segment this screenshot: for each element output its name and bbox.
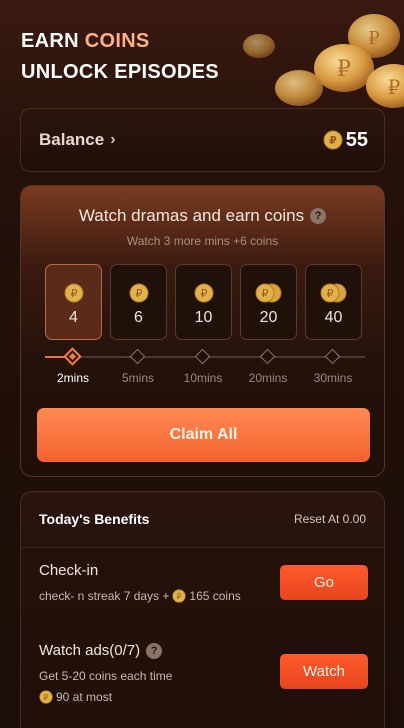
- tier-card-30mins[interactable]: ₽ 40: [305, 264, 362, 340]
- chevron-right-icon: ›: [110, 131, 116, 148]
- watch-title-text: Watch dramas and earn coins: [78, 206, 305, 225]
- tier-card-2mins[interactable]: ₽ 4: [45, 264, 102, 340]
- todays-benefits-card: Today's Benefits Reset At 0.00 Check-in …: [20, 491, 385, 728]
- tier-value: 6: [134, 309, 143, 326]
- tier-value: 20: [259, 309, 278, 326]
- balance-link[interactable]: Balance ›: [39, 130, 116, 150]
- svg-text:₽: ₽: [388, 75, 401, 99]
- coin-stack-icon: ₽: [320, 283, 348, 303]
- help-icon[interactable]: ?: [146, 642, 163, 659]
- help-icon[interactable]: ?: [310, 208, 327, 224]
- tier-label: 5mins: [121, 371, 155, 385]
- task-desc: Get 5-20 coins each time ₽ 90 at most: [39, 667, 279, 706]
- benefits-title: Today's Benefits: [39, 511, 150, 527]
- coin-icon: ₽: [64, 283, 84, 303]
- watch-title: Watch dramas and earn coins ?: [21, 206, 384, 226]
- coin-icon: ₽: [194, 283, 214, 303]
- claim-all-button[interactable]: Claim All: [37, 408, 370, 462]
- task-desc-reward: 165 coins: [189, 589, 241, 603]
- progress-node-icon: [259, 348, 276, 365]
- svg-text:₽: ₽: [177, 592, 182, 601]
- hero-title-line2: UNLOCK EPISODES: [21, 61, 219, 83]
- svg-text:₽: ₽: [135, 287, 142, 300]
- watch-ads-button[interactable]: Watch: [280, 654, 368, 689]
- balance-value: 55: [345, 128, 368, 151]
- progress-node-icon: [194, 348, 211, 365]
- reset-time: Reset At 0.00: [293, 512, 366, 526]
- task-desc-text: check- n streak 7 days +: [39, 589, 170, 603]
- svg-text:₽: ₽: [44, 693, 49, 702]
- svg-text:₽: ₽: [337, 57, 351, 82]
- svg-text:₽: ₽: [329, 134, 337, 147]
- watch-earn-card: Watch dramas and earn coins ? Watch 3 mo…: [20, 185, 385, 477]
- tier-value: 40: [324, 309, 343, 326]
- task-desc: check- n streak 7 days + ₽ 165 coins: [39, 587, 279, 605]
- hero-title-line1a: EARN: [21, 30, 85, 52]
- divider: [21, 547, 384, 548]
- tier-card-20mins[interactable]: ₽ 20: [240, 264, 297, 340]
- tier-value: 10: [194, 309, 213, 326]
- task-desc-text: Get 5-20 coins each time: [39, 669, 173, 683]
- go-button[interactable]: Go: [280, 565, 368, 600]
- svg-text:₽: ₽: [326, 287, 333, 300]
- progress-line: [73, 356, 365, 358]
- tier-card-10mins[interactable]: ₽ 10: [175, 264, 232, 340]
- progress-node-icon: [324, 348, 341, 365]
- coin-pile-illustration: ₽ ₽ ₽: [243, 14, 404, 108]
- benefits-header: Today's Benefits Reset At 0.00: [39, 511, 366, 527]
- tier-card-5mins[interactable]: ₽ 6: [110, 264, 167, 340]
- task-watch-ads: Watch ads(0/7) ? Get 5-20 coins each tim…: [39, 642, 368, 704]
- tier-label: 20mins: [248, 371, 288, 385]
- svg-text:₽: ₽: [70, 287, 77, 300]
- hero-title: EARN COINS UNLOCK EPISODES: [21, 26, 219, 88]
- coin-stack-icon: ₽: [255, 283, 283, 303]
- hero-title-accent: COINS: [84, 30, 150, 52]
- tier-label: 2mins: [56, 371, 90, 385]
- watch-subtitle: Watch 3 more mins +6 coins: [126, 234, 279, 248]
- reward-tiers: ₽ 4 ₽ 6 ₽ 10 ₽ 20 ₽ 40: [45, 264, 365, 340]
- svg-text:₽: ₽: [261, 287, 268, 300]
- task-desc-max: 90 at most: [56, 690, 113, 704]
- progress-node-icon: [129, 348, 146, 365]
- coin-icon: ₽: [39, 690, 53, 704]
- task-title: Watch ads(0/7): [39, 642, 141, 659]
- coin-icon: ₽: [172, 589, 187, 603]
- tier-label: 30mins: [313, 371, 353, 385]
- balance-amount: ₽ 55: [323, 129, 368, 152]
- balance-label: Balance: [39, 130, 105, 149]
- page: EARN COINS UNLOCK EPISODES ₽ ₽ ₽ Balance: [0, 0, 404, 728]
- balance-card[interactable]: Balance › ₽ 55: [20, 108, 385, 172]
- tier-label: 10mins: [183, 371, 223, 385]
- svg-text:₽: ₽: [368, 28, 379, 49]
- progress-track: 2mins 5mins 10mins 20mins 30mins: [45, 347, 365, 386]
- hero-header: EARN COINS UNLOCK EPISODES ₽ ₽ ₽: [0, 0, 404, 108]
- progress-node-active-icon: [63, 347, 82, 366]
- svg-text:₽: ₽: [200, 287, 207, 300]
- task-check-in: Check-in check- n streak 7 days + ₽ 165 …: [39, 562, 368, 622]
- coin-icon: ₽: [323, 130, 343, 150]
- coin-icon: ₽: [129, 283, 149, 303]
- tier-value: 4: [69, 309, 78, 326]
